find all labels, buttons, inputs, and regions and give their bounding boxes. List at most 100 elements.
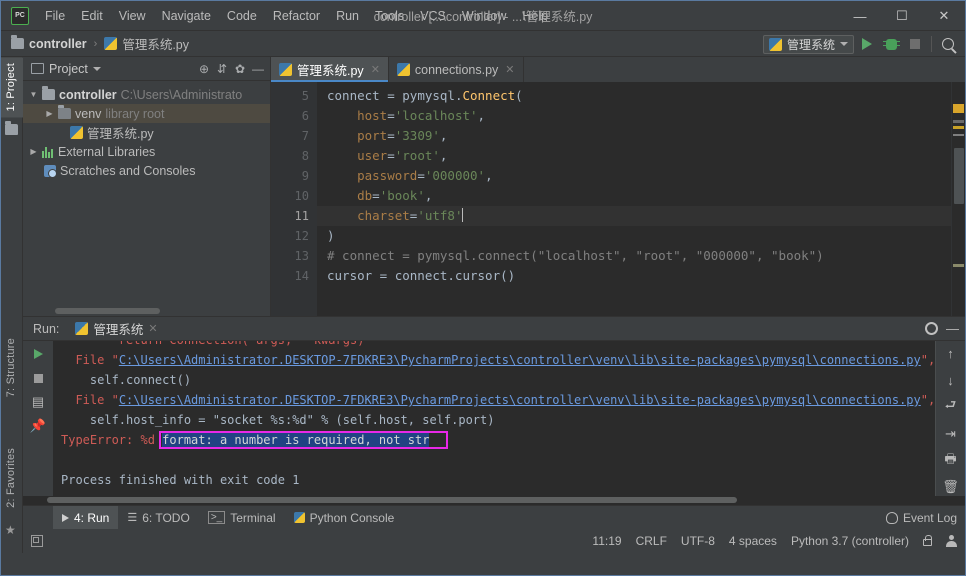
python-interpreter[interactable]: Python 3.7 (controller) [791,534,909,548]
code-line[interactable]: charset='utf8' [317,206,951,226]
gear-icon[interactable]: ✿ [232,61,248,77]
scroll-to-end-icon[interactable]: ⇥ [942,425,960,443]
tree-row-file[interactable]: 管理系统.py [23,123,270,142]
indent-setting[interactable]: 4 spaces [729,534,777,548]
hide-icon[interactable]: — [250,61,266,77]
code-line[interactable]: db='book', [317,186,951,206]
chevron-right-icon[interactable]: ▶ [45,109,54,118]
sidebar-item-project[interactable]: 1: Project [1,57,23,118]
rerun-button[interactable] [29,345,47,363]
code-line[interactable]: password='000000', [317,166,951,186]
code-line[interactable]: # connect = pymysql.connect("localhost",… [317,246,951,266]
menu-edit[interactable]: Edit [73,5,111,27]
pycharm-logo-icon: PC [11,6,29,25]
file-path-link[interactable]: C:\Users\Administrator.DESKTOP-7FDKRE3\P… [119,393,921,407]
menu-file[interactable]: File [37,5,73,27]
print-preview-icon[interactable]: ▤ [29,393,47,411]
menu-refactor[interactable]: Refactor [265,5,328,27]
tool-button-run[interactable]: 4: Run [53,505,119,530]
run-console-output[interactable]: return Connection(*args, **kwargs) File … [53,341,935,496]
gear-icon[interactable] [925,322,938,335]
menu-run[interactable]: Run [328,5,367,27]
chevron-down-icon[interactable] [92,66,101,71]
close-icon[interactable]: ✕ [371,63,380,76]
soft-wrap-icon[interactable]: ⮐ [942,397,960,416]
lock-icon[interactable] [923,535,932,546]
tree-row-external-libraries[interactable]: ▶ External Libraries [23,142,270,161]
warning-marker[interactable] [953,104,964,113]
tree-row-venv[interactable]: ▶ venv library root [23,104,270,123]
console-line[interactable]: self.host_info = "socket %s:%d" % (self.… [53,410,935,430]
breadcrumb-project[interactable]: controller [29,37,87,51]
layout-icon [31,535,43,547]
tab-guanlixitong-py[interactable]: 管理系统.py ✕ [271,57,389,82]
event-log-button[interactable]: Event Log [885,511,957,525]
hector-icon[interactable] [946,535,957,547]
close-icon[interactable]: ✕ [148,322,157,335]
console-line[interactable]: TypeError: %d format: a number is requir… [53,430,935,450]
project-pane-title[interactable]: Project [49,62,88,76]
tool-button-python-console[interactable]: Python Console [285,506,404,530]
code-line[interactable]: ) [317,226,951,246]
code-line[interactable]: user='root', [317,146,951,166]
project-horizontal-scrollbar[interactable] [23,307,270,316]
menu-code[interactable]: Code [219,5,265,27]
bug-icon [882,38,900,50]
search-everywhere-button[interactable] [937,33,959,55]
tree-row-controller[interactable]: ▼ controller C:\Users\Administrato [23,85,270,104]
editor-vertical-scrollbar[interactable] [951,82,965,316]
toggle-tool-window-bars[interactable] [23,535,43,547]
file-encoding[interactable]: UTF-8 [681,534,715,548]
locate-icon[interactable]: ⊕ [196,61,212,77]
menu-view[interactable]: View [111,5,154,27]
menu-navigate[interactable]: Navigate [154,5,219,27]
console-line[interactable]: Process finished with exit code 1 [53,470,935,490]
tool-button-todo[interactable]: ☰ 6: TODO [118,506,198,530]
up-arrow-icon[interactable]: ↑ [942,345,960,363]
trash-icon[interactable]: 🗑 [942,479,960,497]
console-line[interactable]: self.connect() [53,370,935,390]
line-separator[interactable]: CRLF [636,534,667,548]
chevron-down-icon[interactable]: ▼ [29,90,38,99]
code-line[interactable]: cursor = connect.cursor() [317,266,951,286]
down-arrow-icon[interactable]: ↓ [942,372,960,390]
code-line[interactable]: connect = pymysql.Connect( [317,86,951,106]
close-button[interactable]: ✕ [923,1,965,31]
breadcrumb-file[interactable]: 管理系统.py [122,34,189,53]
file-path-link[interactable]: C:\Users\Administrator.DESKTOP-7FDKRE3\P… [119,353,921,367]
tab-label: connections.py [414,62,499,77]
code-editor[interactable]: 5 6 7 8 9 10 11 12 13 14 connect = pymysql.Connec… [271,82,965,316]
tree-row-scratches[interactable]: Scratches and Consoles [23,161,270,180]
console-line[interactable]: File "C:\Users\Administrator.DESKTOP-7FD… [53,390,935,410]
code-line[interactable]: port='3309', [317,126,951,146]
console-line[interactable] [53,450,935,470]
stop-button[interactable] [29,369,47,387]
console-line[interactable]: File "C:\Users\Administrator.DESKTOP-7FD… [53,350,935,370]
run-configuration-selector[interactable]: 管理系统 [762,34,854,54]
sidebar-item-structure[interactable]: 7: Structure [1,332,23,403]
console-text: return Connection(*args, **kwargs) [61,341,365,347]
run-tab[interactable]: 管理系统 ✕ [75,319,158,338]
hide-icon[interactable]: — [946,321,959,336]
chevron-right-icon[interactable]: ▶ [29,147,38,156]
console-line[interactable]: return Connection(*args, **kwargs) [53,341,935,350]
maximize-button[interactable]: ☐ [881,1,923,31]
tool-button-terminal[interactable]: >_ Terminal [199,506,285,530]
run-button[interactable] [856,33,878,55]
sidebar-item-favorites[interactable]: 2: Favorites [1,442,23,514]
code-line[interactable]: host='localhost', [317,106,951,126]
collapse-all-icon[interactable]: ⇵ [214,61,230,77]
stop-icon [910,39,920,49]
minimize-button[interactable]: — [839,1,881,31]
close-icon[interactable]: ✕ [505,63,514,76]
console-horizontal-scrollbar[interactable] [23,496,965,505]
stop-button[interactable] [904,33,926,55]
pin-icon[interactable]: 📌 [29,417,47,435]
scrollbar-thumb[interactable] [954,148,964,204]
debug-button[interactable] [880,33,902,55]
print-icon[interactable]: 🖶 [942,451,960,470]
tab-connections-py[interactable]: connections.py ✕ [389,57,524,82]
caret-position[interactable]: 11:19 [592,534,621,548]
code-text[interactable]: connect = pymysql.Connect( host='localho… [317,82,951,316]
